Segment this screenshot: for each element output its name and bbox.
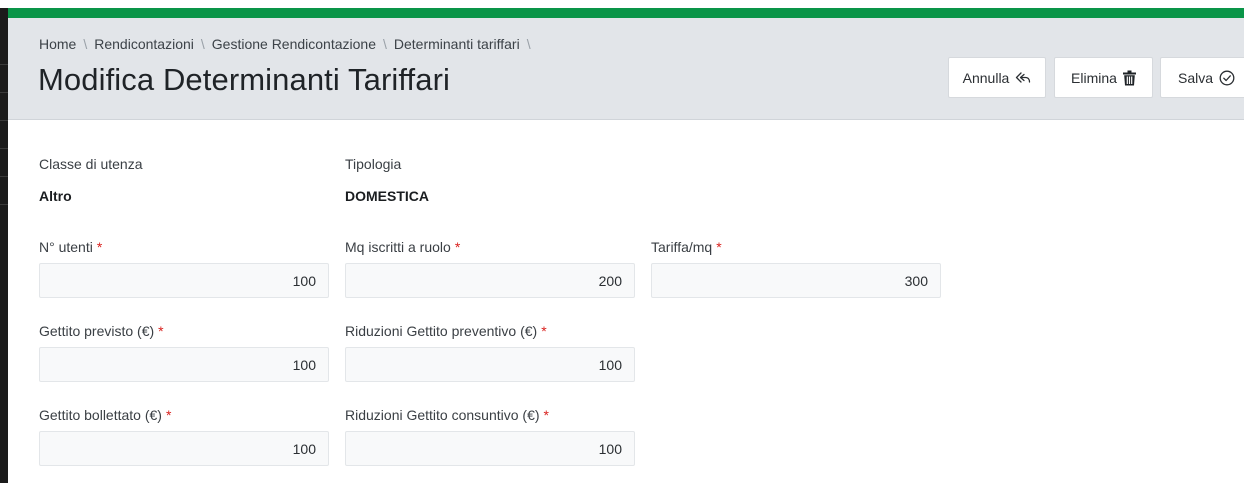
annulla-button-label: Annulla (962, 69, 1010, 86)
gettito-previsto-label: Gettito previsto (€) * (39, 323, 164, 339)
tipologia-label: Tipologia (345, 156, 402, 172)
left-side-strip (0, 8, 8, 483)
top-edge (0, 0, 1244, 8)
gettito-previsto-input[interactable] (39, 347, 329, 382)
elimina-button[interactable]: Elimina (1054, 57, 1153, 98)
breadcrumb: Home \ Rendicontazioni \ Gestione Rendic… (39, 36, 538, 52)
tipologia-value: DOMESTICA (345, 188, 429, 204)
check-circle-icon (1219, 70, 1235, 85)
required-marker: * (543, 407, 549, 423)
gettito-previsto-label-text: Gettito previsto (€) (39, 323, 155, 339)
strip-tick (0, 120, 8, 121)
salva-button-label: Salva (1177, 69, 1214, 86)
trash-icon (1122, 70, 1136, 85)
riduzioni-consuntivo-label: Riduzioni Gettito consuntivo (€) * (345, 407, 549, 423)
gettito-bollettato-label: Gettito bollettato (€) * (39, 407, 171, 423)
strip-tick (0, 204, 8, 205)
breadcrumb-separator: \ (383, 36, 387, 52)
breadcrumb-separator: \ (526, 36, 531, 52)
tariffa-mq-label-text: Tariffa/mq (651, 239, 713, 255)
salva-button[interactable]: Salva (1160, 57, 1244, 98)
mq-iscritti-label-text: Mq iscritti a ruolo (345, 239, 451, 255)
page-header: Home \ Rendicontazioni \ Gestione Rendic… (8, 18, 1244, 120)
breadcrumb-separator: \ (83, 36, 88, 52)
classe-utenza-value: Altro (39, 188, 72, 204)
top-accent-bar (8, 8, 1244, 18)
riduzioni-consuntivo-input[interactable] (345, 431, 635, 466)
mq-iscritti-input[interactable] (345, 263, 635, 298)
required-marker: * (541, 323, 547, 339)
n-utenti-label: N° utenti * (39, 239, 102, 255)
tariffa-mq-label: Tariffa/mq * (651, 239, 722, 255)
n-utenti-label-text: N° utenti (39, 239, 93, 255)
strip-tick (0, 92, 8, 93)
tariffa-mq-input[interactable] (651, 263, 941, 298)
riduzioni-consuntivo-label-text: Riduzioni Gettito consuntivo (€) (345, 407, 540, 423)
n-utenti-input[interactable] (39, 263, 329, 298)
required-marker: * (716, 239, 722, 255)
breadcrumb-gestione-rendicontazione[interactable]: Gestione Rendicontazione (212, 36, 376, 52)
required-marker: * (454, 239, 461, 255)
gettito-bollettato-input[interactable] (39, 431, 329, 466)
required-marker: * (165, 407, 172, 423)
riduzioni-preventivo-label-text: Riduzioni Gettito preventivo (€) (345, 323, 538, 339)
breadcrumb-determinanti-tariffari[interactable]: Determinanti tariffari (394, 36, 520, 52)
reply-arrow-icon (1016, 71, 1031, 83)
breadcrumb-home[interactable]: Home (39, 36, 76, 52)
classe-utenza-label: Classe di utenza (39, 156, 143, 172)
annulla-button[interactable]: Annulla (948, 57, 1046, 98)
gettito-bollettato-label-text: Gettito bollettato (€) (39, 407, 162, 423)
riduzioni-preventivo-label: Riduzioni Gettito preventivo (€) * (345, 323, 547, 339)
elimina-button-label: Elimina (1071, 69, 1117, 86)
strip-tick (0, 176, 8, 177)
strip-tick (0, 64, 8, 65)
mq-iscritti-label: Mq iscritti a ruolo * (345, 239, 460, 255)
breadcrumb-rendicontazioni[interactable]: Rendicontazioni (94, 36, 194, 52)
strip-tick (0, 148, 8, 149)
form-content: Classe di utenza Altro Tipologia DOMESTI… (8, 121, 1244, 483)
required-marker: * (158, 323, 164, 339)
riduzioni-preventivo-input[interactable] (345, 347, 635, 382)
required-marker: * (96, 239, 103, 255)
page-title: Modifica Determinanti Tariffari (38, 62, 451, 97)
breadcrumb-separator: \ (200, 36, 205, 52)
